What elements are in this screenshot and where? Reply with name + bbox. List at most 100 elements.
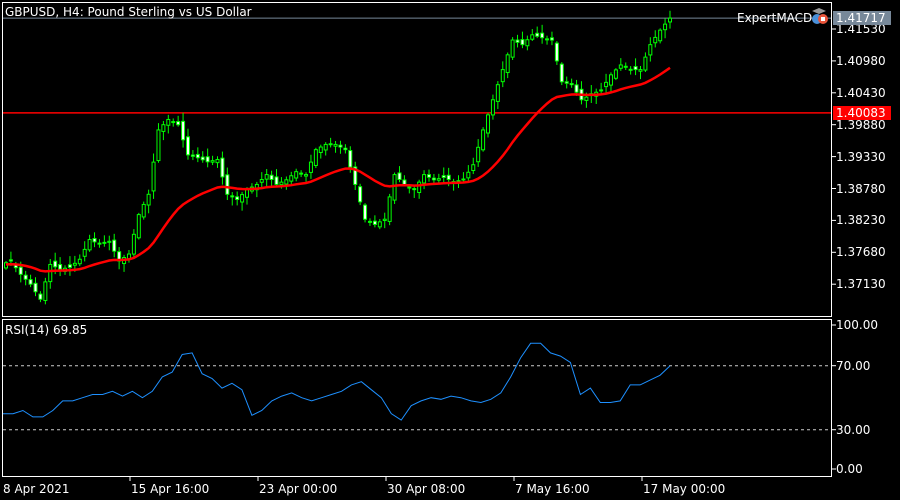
candle-body bbox=[367, 220, 372, 223]
candle-body bbox=[407, 186, 412, 189]
candle-body bbox=[471, 164, 476, 172]
rsi-label: RSI(14) 69.85 bbox=[5, 323, 88, 337]
candle-body bbox=[397, 172, 402, 181]
candle-body bbox=[481, 129, 486, 151]
candle-body bbox=[299, 172, 304, 175]
price-tick-label: 1.37130 bbox=[836, 277, 886, 292]
candle-body bbox=[486, 114, 491, 134]
candle-body bbox=[294, 171, 299, 179]
price-tick-label: 1.40430 bbox=[836, 85, 886, 100]
candle-body bbox=[38, 293, 43, 300]
candle-body bbox=[564, 81, 569, 84]
candle-body bbox=[525, 39, 530, 47]
candle-body bbox=[643, 56, 648, 71]
candle-body bbox=[520, 39, 525, 46]
candle-body bbox=[136, 214, 141, 239]
candle-body bbox=[72, 262, 77, 266]
candle-body bbox=[505, 54, 510, 74]
candle-body bbox=[323, 143, 328, 151]
candle-body bbox=[156, 129, 161, 162]
candle-body bbox=[663, 23, 668, 31]
candle-body bbox=[141, 203, 146, 218]
time-tick-label: 17 May 00:00 bbox=[643, 482, 726, 496]
candle-body bbox=[190, 154, 195, 157]
candle-body bbox=[584, 96, 589, 101]
candle-body bbox=[82, 248, 87, 257]
rsi-tick-label: 0.00 bbox=[836, 462, 863, 476]
candle-body bbox=[461, 178, 466, 181]
candle-body bbox=[412, 188, 417, 191]
candle-body bbox=[181, 120, 186, 141]
candle-body bbox=[289, 175, 294, 182]
candle-body bbox=[131, 233, 136, 255]
candle-body bbox=[8, 259, 13, 262]
rsi-tick-label: 30.00 bbox=[836, 422, 871, 437]
candle-body bbox=[185, 136, 190, 156]
candle-body bbox=[422, 174, 427, 184]
candle-body bbox=[510, 39, 515, 58]
candle-body bbox=[382, 218, 387, 222]
chart-title: GBPUSD, H4: Pound Sterling vs US Dollar bbox=[5, 5, 252, 19]
candle-body bbox=[225, 174, 230, 195]
candle-body bbox=[623, 65, 628, 68]
candle-body bbox=[48, 263, 53, 283]
candle-body bbox=[176, 121, 181, 126]
candle-body bbox=[230, 195, 235, 198]
time-tick-label: 23 Apr 00:00 bbox=[259, 482, 338, 496]
candle-body bbox=[67, 264, 72, 268]
candle-body bbox=[574, 84, 579, 93]
candle-body bbox=[417, 181, 422, 193]
candle-body bbox=[392, 174, 397, 201]
candle-body bbox=[205, 156, 210, 163]
candle-body bbox=[240, 194, 245, 203]
candle-body bbox=[540, 32, 545, 39]
price-tick-label: 1.38230 bbox=[836, 213, 886, 228]
candle-body bbox=[166, 118, 171, 126]
candle-body bbox=[97, 242, 102, 245]
candle-body bbox=[446, 174, 451, 181]
time-tick-label: 8 Apr 2021 bbox=[3, 482, 70, 496]
candle-body bbox=[313, 149, 318, 166]
candle-body bbox=[628, 68, 633, 71]
expert-advisor-icon[interactable] bbox=[808, 6, 830, 26]
candle-body bbox=[264, 174, 269, 180]
rsi-tick-label: 100.00 bbox=[836, 318, 878, 332]
candle-body bbox=[569, 83, 574, 86]
price-tick-label: 1.40980 bbox=[836, 53, 886, 68]
candle-body bbox=[23, 274, 28, 280]
candle-body bbox=[658, 29, 663, 42]
candle-body bbox=[53, 260, 58, 268]
candle-body bbox=[618, 64, 623, 69]
candle-body bbox=[599, 89, 604, 92]
candle-body bbox=[633, 66, 638, 71]
candle-body bbox=[284, 179, 289, 185]
price-tick-label: 1.37680 bbox=[836, 245, 886, 260]
candle-body bbox=[549, 37, 554, 41]
candle-body bbox=[235, 196, 240, 201]
candle-body bbox=[648, 44, 653, 56]
candle-body bbox=[402, 179, 407, 185]
candle-body bbox=[490, 99, 495, 116]
candle-body bbox=[245, 189, 250, 198]
rsi-tick-label: 70.00 bbox=[836, 358, 871, 373]
candle-body bbox=[171, 121, 176, 124]
candle-body bbox=[210, 160, 215, 163]
candle-body bbox=[372, 220, 377, 225]
candle-body bbox=[338, 144, 343, 148]
candle-body bbox=[215, 159, 220, 164]
candle-body bbox=[333, 143, 338, 147]
candle-body bbox=[426, 174, 431, 178]
candle-body bbox=[58, 264, 63, 270]
candle-body bbox=[515, 39, 520, 43]
candle-body bbox=[151, 161, 156, 192]
candle-body bbox=[466, 171, 471, 179]
candle-body bbox=[304, 174, 309, 177]
candle-body bbox=[638, 69, 643, 72]
candle-body bbox=[431, 177, 436, 181]
candle-body bbox=[387, 196, 392, 222]
candle-body bbox=[363, 204, 368, 220]
expert-advisor-label: ExpertMACD bbox=[737, 11, 813, 25]
chart-canvas bbox=[3, 10, 836, 481]
candle-body bbox=[668, 17, 672, 23]
candle-body bbox=[18, 266, 23, 275]
